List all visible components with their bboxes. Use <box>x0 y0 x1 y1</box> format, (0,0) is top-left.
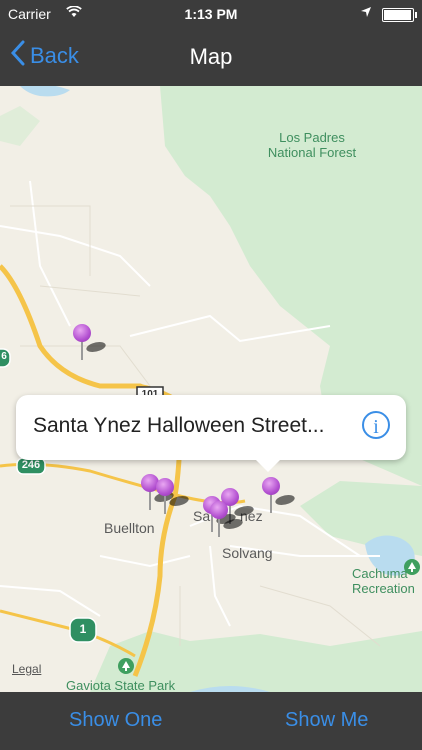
callout-tail <box>254 458 282 472</box>
battery-icon <box>382 8 417 22</box>
buellton-label: Buellton <box>104 520 155 536</box>
battery-fill <box>384 10 411 20</box>
bottom-toolbar: Show One Show Me <box>0 692 422 750</box>
pin-stick <box>270 493 272 513</box>
pin-head <box>262 477 280 495</box>
show-one-button[interactable]: Show One <box>69 709 162 732</box>
navigation-bar: Back Map <box>0 30 422 86</box>
route-246-label: 246 <box>21 459 41 471</box>
cachuma-label-line2: Recreation <box>352 581 415 596</box>
pin-head <box>156 478 174 496</box>
map-view[interactable]: 101 246 1 6 Los Padres National Forest B… <box>0 86 422 692</box>
info-button-icon[interactable]: i <box>362 411 390 439</box>
gaviota-label: Gaviota State Park <box>66 678 176 692</box>
route-154-label: 6 <box>1 351 7 362</box>
location-arrow-icon <box>360 6 372 21</box>
map-pin-selected[interactable] <box>262 477 298 513</box>
pin-head <box>210 501 228 519</box>
forest-label-line1: Los Padres <box>279 130 345 145</box>
solvang-label: Solvang <box>222 545 273 561</box>
show-me-button[interactable]: Show Me <box>285 709 368 732</box>
page-title: Map <box>189 44 233 69</box>
park-icon <box>118 658 134 674</box>
callout-title: Santa Ynez Halloween Street... <box>33 414 325 437</box>
pin-stick <box>218 517 220 537</box>
pin-head <box>73 324 91 342</box>
map-base <box>0 86 422 692</box>
forest-label: Los Padres National Forest <box>262 130 362 160</box>
map-pin[interactable] <box>156 478 192 514</box>
pin-stick <box>164 494 166 514</box>
forest-label-line2: National Forest <box>267 145 357 160</box>
map-callout[interactable]: Santa Ynez Halloween Street... i <box>16 395 406 472</box>
status-time: 1:13 PM <box>184 6 238 22</box>
pin-stick <box>81 340 83 360</box>
legal-link[interactable]: Legal <box>12 662 41 676</box>
map-pin[interactable] <box>210 501 246 537</box>
recreation-park-icon <box>404 559 420 575</box>
pin-stick <box>149 490 151 510</box>
map-pin[interactable] <box>73 324 109 360</box>
route-1-label: 1 <box>79 622 87 636</box>
status-bar: Carrier 1:13 PM <box>0 0 422 30</box>
